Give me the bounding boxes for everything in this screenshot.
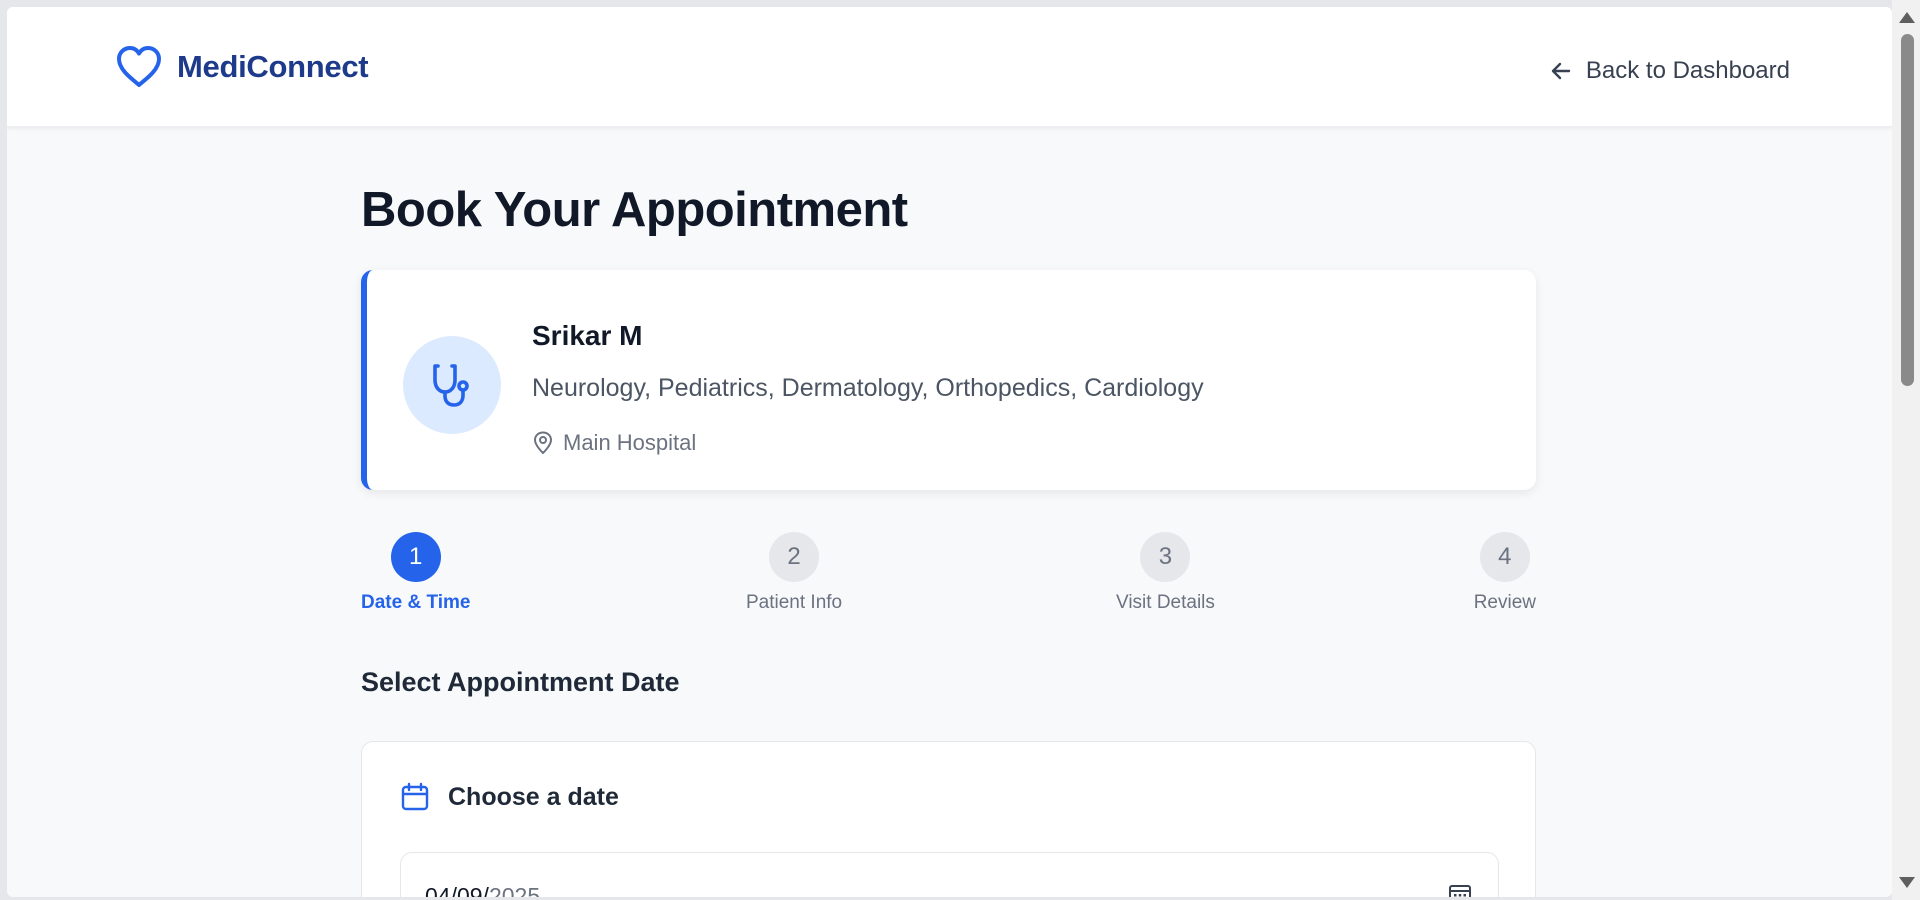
doctor-avatar	[403, 336, 501, 434]
date-day-month: 04/09/	[425, 883, 489, 897]
step-review[interactable]: 4 Review	[1474, 532, 1536, 614]
top-navbar: MediConnect Back to Dashboard	[7, 7, 1892, 127]
date-year: 2025	[488, 883, 541, 897]
back-to-dashboard-link[interactable]: Back to Dashboard	[1548, 57, 1790, 85]
scroll-down-arrow-icon[interactable]	[1899, 877, 1915, 888]
booking-steps: 1 Date & Time 2 Patient Info 3 Visit Det…	[361, 532, 1536, 614]
section-heading: Select Appointment Date	[361, 667, 680, 697]
date-card-header: Choose a date	[400, 782, 619, 812]
page-title: Book Your Appointment	[361, 183, 908, 237]
doctor-location: Main Hospital	[532, 430, 696, 456]
step-date-time[interactable]: 1 Date & Time	[361, 532, 470, 614]
date-picker-card: Choose a date 04/09/2025	[361, 741, 1536, 897]
back-link-label: Back to Dashboard	[1585, 57, 1790, 84]
heart-icon	[117, 46, 161, 87]
stethoscope-icon	[433, 364, 469, 407]
brand-name: MediConnect	[177, 49, 369, 84]
scroll-up-arrow-icon[interactable]	[1899, 12, 1915, 23]
step-label: Visit Details	[1116, 592, 1215, 613]
doctor-specialties: Neurology, Pediatrics, Dermatology, Orth…	[532, 374, 1204, 402]
step-patient-info[interactable]: 2 Patient Info	[746, 532, 842, 614]
step-label: Review	[1473, 592, 1536, 613]
step-number: 1	[390, 532, 441, 582]
doctor-location-label: Main Hospital	[563, 430, 697, 455]
appointment-date-input[interactable]: 04/09/2025	[400, 852, 1499, 897]
doctor-name: Srikar M	[532, 320, 643, 351]
page-scrollbar[interactable]	[1892, 0, 1920, 900]
calendar-icon	[401, 782, 429, 811]
step-label: Patient Info	[746, 592, 843, 613]
arrow-left-icon	[1551, 62, 1571, 80]
step-number: 3	[1140, 532, 1191, 582]
step-label: Date & Time	[361, 592, 471, 613]
calendar-grid-icon[interactable]	[1448, 883, 1472, 897]
app-viewport: MediConnect Back to Dashboard Book Your …	[7, 7, 1892, 897]
step-number: 2	[769, 532, 820, 582]
step-visit-details[interactable]: 3 Visit Details	[1116, 532, 1215, 614]
brand-logo[interactable]: MediConnect	[115, 45, 369, 89]
doctor-card: Srikar M Neurology, Pediatrics, Dermatol…	[361, 270, 1536, 490]
scroll-thumb[interactable]	[1901, 34, 1914, 386]
date-card-title: Choose a date	[448, 782, 619, 811]
step-number: 4	[1479, 532, 1530, 582]
map-pin-icon	[534, 431, 552, 454]
date-value: 04/09/2025	[425, 883, 540, 897]
